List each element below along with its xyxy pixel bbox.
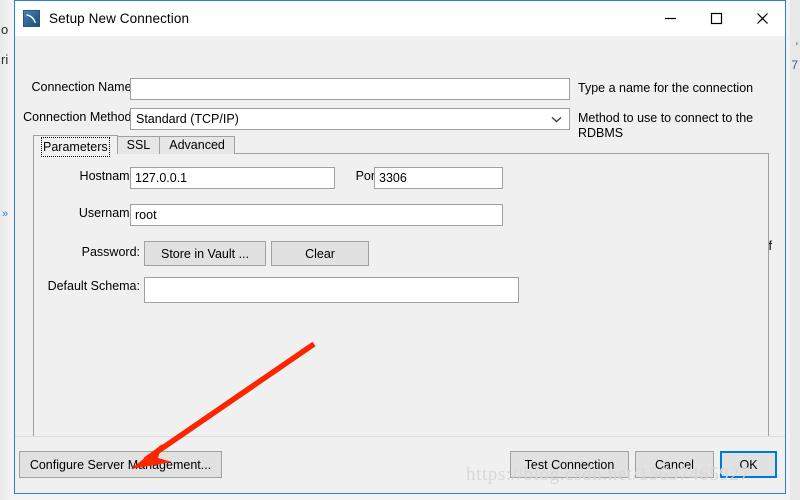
dialog-body: Connection Name: Type a name for the con… (15, 36, 785, 436)
title-bar: Setup New Connection (15, 1, 785, 36)
mysql-workbench-dolphin-icon (23, 10, 40, 27)
connection-name-label-wrap: Connection Name: (15, 80, 135, 94)
default-schema-input[interactable] (144, 277, 519, 303)
tab-parameters-label: Parameters (41, 137, 110, 157)
configure-server-management-button[interactable]: Configure Server Management... (19, 451, 222, 478)
hostname-label-wrap: Hostname: (40, 169, 140, 183)
password-label-wrap: Password: (40, 245, 140, 259)
dialog-footer: Configure Server Management... Test Conn… (15, 436, 785, 493)
backdrop-text-fragment-1: o (1, 22, 9, 37)
cancel-button[interactable]: Cancel (635, 451, 714, 478)
hostname-input[interactable] (130, 167, 335, 189)
port-input[interactable] (374, 167, 503, 189)
backdrop-right-fragment-2: 7 (791, 58, 798, 72)
backdrop-left-strip (0, 0, 12, 500)
close-icon[interactable] (739, 1, 785, 36)
backdrop-text-fragment-2: ri (1, 52, 9, 67)
backdrop-right-strip (790, 0, 800, 500)
connection-method-label: Connection Method: (23, 110, 135, 124)
tab-strip: Parameters SSL Advanced (33, 135, 769, 157)
connection-name-hint: Type a name for the connection (578, 81, 754, 95)
password-label: Password: (81, 245, 140, 259)
backdrop-right-fragment-1: ' (795, 40, 798, 54)
username-input[interactable] (130, 204, 503, 226)
connection-name-label: Connection Name: (31, 80, 135, 94)
tab-ssl-label: SSL (126, 138, 151, 152)
username-label-wrap: Username: (40, 206, 140, 220)
backdrop-arrow-icon: » (2, 208, 9, 220)
chevron-down-icon (551, 112, 562, 126)
tab-parameters[interactable]: Parameters (33, 135, 118, 157)
connection-method-select[interactable]: Standard (TCP/IP) (130, 108, 570, 130)
default-schema-label-wrap: Default Schema: (25, 279, 140, 293)
connection-method-value: Standard (TCP/IP) (136, 112, 239, 126)
clear-password-button[interactable]: Clear (271, 241, 369, 266)
connection-method-label-wrap: Connection Method: (15, 110, 135, 124)
test-connection-button[interactable]: Test Connection (510, 451, 629, 478)
default-schema-label: Default Schema: (47, 279, 140, 293)
store-in-vault-button[interactable]: Store in Vault ... (144, 241, 266, 266)
minimize-icon[interactable] (647, 1, 693, 36)
tab-advanced-label: Advanced (169, 138, 225, 152)
tab-advanced[interactable]: Advanced (159, 136, 235, 154)
window-title: Setup New Connection (49, 11, 190, 26)
maximize-icon[interactable] (693, 1, 739, 36)
window-controls (647, 1, 785, 36)
connection-name-input[interactable] (130, 78, 570, 100)
tab-ssl[interactable]: SSL (116, 136, 161, 154)
setup-new-connection-dialog: Setup New Connection Connection Name: Ty… (14, 0, 786, 494)
ok-button[interactable]: OK (720, 451, 777, 478)
